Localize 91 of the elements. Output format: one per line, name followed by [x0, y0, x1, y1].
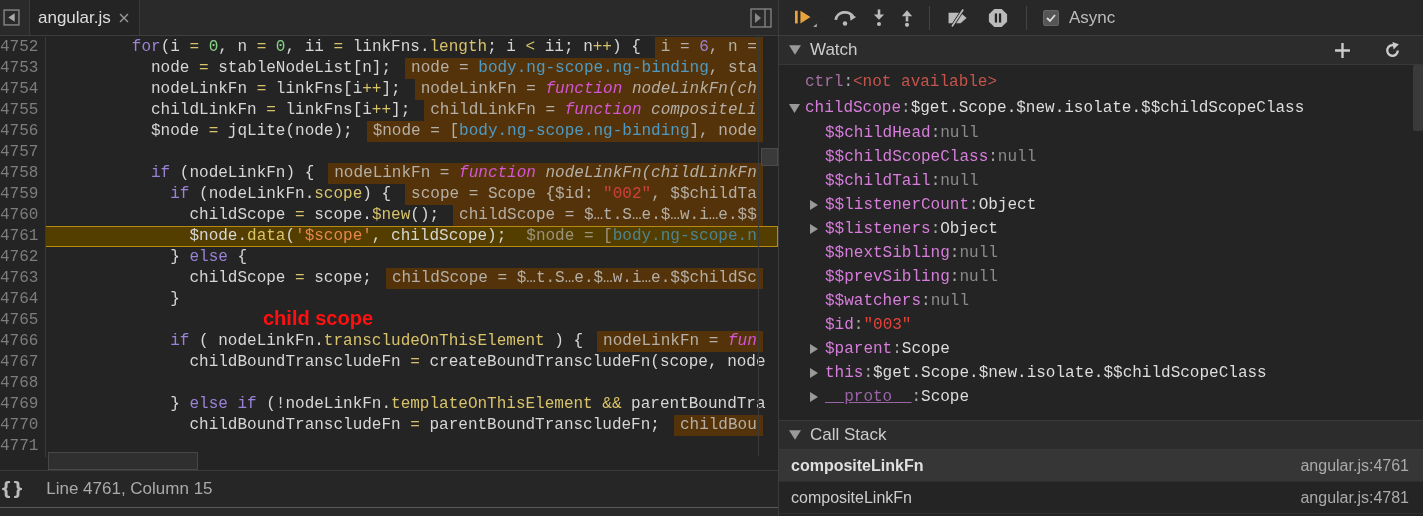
code-text: $node = jqLite(node); [150, 121, 353, 142]
expand-triangle-icon[interactable] [789, 429, 801, 441]
expand-triangle-icon[interactable] [789, 44, 801, 56]
inline-value: nodeLinkFn = fun [597, 331, 763, 352]
property-row: $id:"003" [825, 316, 912, 334]
line-number[interactable]: 4753 [0, 58, 46, 79]
line-number[interactable]: 4764 [0, 289, 46, 310]
close-icon[interactable] [118, 12, 129, 23]
line-number[interactable]: 4752 [0, 37, 46, 58]
code-text: childBoundTranscludeFn = parentBoundTranscludeFn; [188, 415, 660, 436]
line-number[interactable]: 4760 [0, 205, 46, 226]
function-name: compositeLinkFn [791, 488, 912, 507]
property-row: $$listeners:Object [825, 220, 998, 238]
inline-value: node = body.ng-scope.ng-binding, sta [405, 58, 763, 79]
expand-triangle-icon[interactable] [809, 224, 819, 234]
line-number[interactable]: 4769 [0, 394, 46, 415]
property-row: $$childScopeClass:null [825, 148, 1037, 166]
sidebar-toggle-icon[interactable] [3, 9, 20, 26]
inline-value: i = 6, n = [654, 37, 763, 58]
property-row: $$listenerCount:Object [825, 196, 1037, 214]
code-text: childScope = scope; [188, 268, 372, 289]
code-text: } else { [169, 247, 248, 268]
inline-value: scope = Scope {$id: "002", $$childTa [405, 184, 763, 205]
expand-triangle-icon[interactable] [809, 200, 819, 210]
property-row: $$watchers:null [825, 292, 970, 310]
call-frame[interactable]: compositeLinkFn angular.js:4781 [779, 482, 1423, 514]
step-into-icon[interactable] [873, 7, 885, 28]
watch-expression: ctrl:<not available> [805, 73, 998, 91]
add-icon[interactable] [1334, 41, 1351, 59]
code-text: } [169, 289, 180, 310]
property-row: __proto__:Scope [825, 388, 970, 406]
async-label: Async [1069, 7, 1116, 28]
line-number[interactable]: 4770 [0, 415, 46, 436]
line-number[interactable]: 4756 [0, 121, 46, 142]
refresh-icon[interactable] [1384, 41, 1401, 59]
code-text: if (nodeLinkFn.scope) { [169, 184, 392, 205]
code-text: if ( nodeLinkFn.transcludeOnThisElement ) { [169, 331, 584, 352]
inline-value: childLinkFn = function compositeLi [424, 100, 763, 121]
inline-value: nodeLinkFn = function nodeLinkFn(ch [414, 79, 763, 100]
source-location[interactable]: angular.js:4781 [1300, 488, 1409, 507]
line-number[interactable]: 4767 [0, 352, 46, 373]
code-text: node = stableNodeList[n]; [150, 58, 392, 79]
line-number[interactable]: 4762 [0, 247, 46, 268]
code-text: $node.data('$scope', childScope); [188, 226, 507, 247]
property-row: $$childTail:null [825, 172, 979, 190]
line-number[interactable]: 4766 [0, 331, 46, 352]
inline-value: $node = [body.ng-scope.n [525, 226, 758, 247]
pause-exceptions-icon[interactable] [986, 7, 1010, 28]
line-number[interactable]: 4765 [0, 310, 46, 331]
file-tab[interactable]: angular.js [29, 0, 140, 35]
code-text: if (nodeLinkFn) { [150, 163, 315, 184]
line-number[interactable]: 4755 [0, 100, 46, 121]
panel-toggle-icon[interactable] [750, 7, 772, 28]
property-row: $$childHead:null [825, 124, 979, 142]
code-text: childScope = scope.$new(); [188, 205, 440, 226]
inline-value: childScope = $…t.S…e.$…w.i…e.$$ [453, 205, 763, 226]
inline-value: childScope = $…t.S…e.$…w.i…e.$$childSc [385, 268, 763, 289]
property-row: $parent:Scope [825, 340, 950, 358]
inline-value: $node = [body.ng-scope.ng-binding], node [366, 121, 763, 142]
inline-value: childBou [673, 415, 763, 436]
line-number[interactable]: 4768 [0, 373, 46, 394]
cursor-position: Line 4761, Column 15 [46, 479, 213, 499]
watch-expression: childScope:$get.Scope.$new.isolate.$$childScopeClass [805, 99, 1305, 117]
line-number[interactable]: 4761 [0, 226, 46, 247]
line-number[interactable]: 4771 [0, 436, 46, 457]
pretty-print-button[interactable]: {} [0, 479, 25, 499]
expand-triangle-icon[interactable] [809, 344, 819, 354]
property-row: this:$get.Scope.$new.isolate.$$childScopeClass [825, 364, 1267, 382]
expand-triangle-icon[interactable] [809, 392, 819, 402]
section-title[interactable]: Call Stack [810, 425, 887, 445]
line-number[interactable]: 4763 [0, 268, 46, 289]
property-row: $$nextSibling:null [825, 244, 998, 262]
annotation-label: child scope [263, 308, 374, 329]
code-text: for(i = 0, n = 0, ii = linkFns.length; i < ii; n++) { [130, 37, 641, 58]
code-text: childLinkFn = linkFns[i++]; [150, 100, 411, 121]
expand-triangle-icon[interactable] [789, 102, 800, 114]
section-title[interactable]: Watch [810, 40, 858, 60]
horizontal-scrollbar-thumb[interactable] [48, 452, 198, 470]
source-location[interactable]: angular.js:4761 [1300, 456, 1409, 475]
code-text: nodeLinkFn = linkFns[i++]; [150, 79, 401, 100]
inline-value: nodeLinkFn = function nodeLinkFn(childLinkFn [328, 163, 763, 184]
code-text: } else if (!nodeLinkFn.templateOnThisElement && parentBoundTra [169, 394, 766, 415]
line-number[interactable]: 4758 [0, 163, 46, 184]
call-frame[interactable]: compositeLinkFn angular.js:4761 [779, 450, 1423, 482]
expand-triangle-icon[interactable] [809, 368, 819, 378]
line-number[interactable]: 4754 [0, 79, 46, 100]
async-checkbox[interactable] [1043, 9, 1059, 26]
line-number[interactable]: 4757 [0, 142, 46, 163]
property-row: $$prevSibling:null [825, 268, 998, 286]
line-number[interactable]: 4759 [0, 184, 46, 205]
function-name: compositeLinkFn [791, 456, 924, 475]
